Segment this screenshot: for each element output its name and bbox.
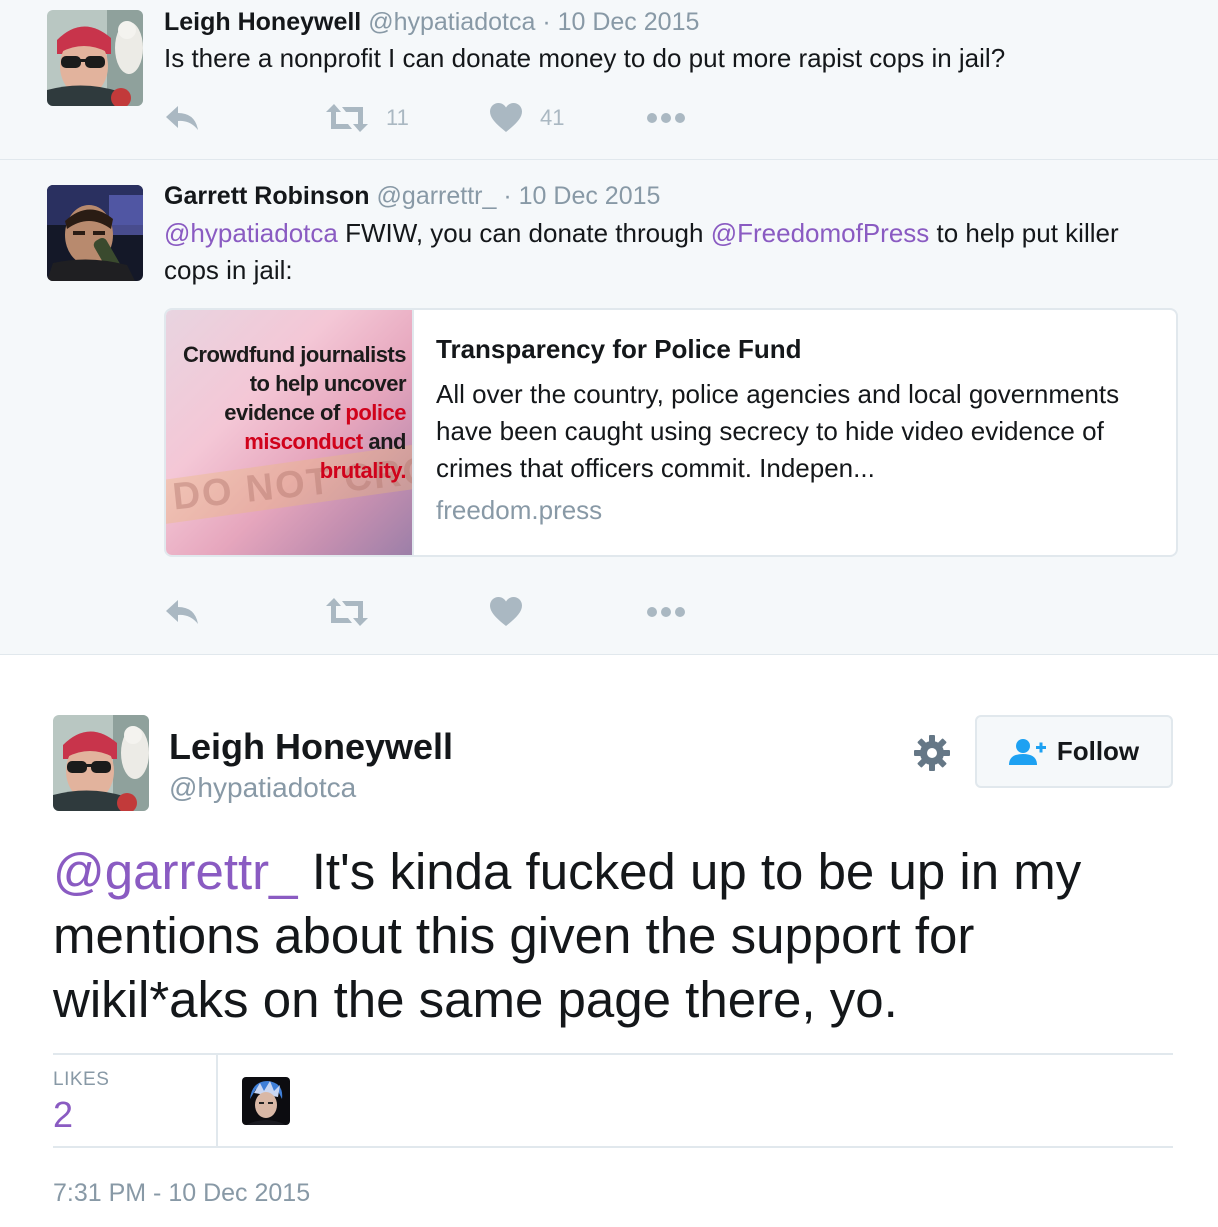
likes-count[interactable]: 2	[53, 1094, 73, 1136]
divider	[0, 654, 1218, 655]
tweet-date[interactable]: · 10 Dec 2015	[542, 8, 699, 36]
liker-avatar[interactable]	[242, 1077, 290, 1125]
tweet-actions: 11 41	[164, 98, 764, 138]
add-user-icon	[1008, 738, 1046, 765]
tweet-text-part: FWIW, you can donate through	[337, 218, 711, 248]
promo-line: police	[345, 400, 406, 425]
tweet-date[interactable]: · 10 Dec 2015	[503, 182, 660, 210]
like-button[interactable]	[490, 592, 522, 632]
like-count: 41	[540, 105, 565, 130]
promo-line: misconduct	[244, 429, 363, 454]
card-image: DO NOT CROSS Crowdfund journalists to he…	[166, 310, 414, 555]
context-tweet-1[interactable]: Leigh Honeywell @hypatiadotca · 10 Dec 2…	[0, 0, 1218, 159]
author-handle[interactable]: @hypatiadotca	[169, 772, 356, 804]
card-title: Transparency for Police Fund	[436, 334, 802, 364]
context-tweet-2[interactable]: Garrett Robinson @garrettr_ · 10 Dec 201…	[0, 160, 1218, 654]
author-name[interactable]: Leigh Honeywell	[164, 8, 361, 36]
promo-line: to help uncover	[249, 371, 407, 396]
tweet-header: Garrett Robinson @garrettr_ · 10 Dec 201…	[164, 182, 660, 211]
tweet-text: @garrettr_ It's kinda fucked up to be up…	[53, 840, 1173, 1032]
author-avatar[interactable]	[53, 715, 149, 811]
link-card[interactable]: DO NOT CROSS Crowdfund journalists to he…	[164, 308, 1178, 557]
author-handle[interactable]: @garrettr_	[377, 182, 497, 210]
reply-button[interactable]	[164, 98, 200, 138]
card-image-promo: Crowdfund journalists to help uncover ev…	[183, 340, 406, 485]
avatar[interactable]	[47, 185, 143, 281]
retweet-icon	[326, 598, 368, 626]
retweet-button[interactable]: 11	[326, 98, 409, 138]
card-body: Transparency for Police Fund All over th…	[436, 332, 1156, 526]
reply-button[interactable]	[164, 592, 200, 632]
more-icon	[647, 113, 685, 123]
author-name[interactable]: Leigh Honeywell	[169, 726, 453, 768]
more-button[interactable]	[646, 98, 686, 138]
mention-link[interactable]: @hypatiadotca	[164, 218, 338, 248]
divider	[216, 1055, 218, 1146]
more-icon	[647, 607, 685, 617]
promo-line: evidence of	[224, 400, 340, 425]
likes-label: LIKES	[53, 1069, 110, 1090]
retweet-icon	[326, 104, 368, 132]
author-handle[interactable]: @hypatiadotca	[368, 8, 535, 36]
gear-icon	[914, 735, 950, 771]
divider	[53, 1053, 1173, 1055]
mention-link[interactable]: @garrettr_	[53, 843, 298, 900]
reply-icon	[166, 600, 198, 624]
follow-button[interactable]: Follow	[975, 715, 1173, 788]
retweet-button[interactable]	[326, 592, 368, 632]
more-button[interactable]	[646, 592, 686, 632]
card-domain: freedom.press	[436, 495, 603, 525]
tweet-header: Leigh Honeywell @hypatiadotca · 10 Dec 2…	[164, 8, 699, 37]
tweet-text: Is there a nonprofit I can donate money …	[164, 43, 1006, 73]
settings-button[interactable]	[912, 733, 952, 773]
avatar[interactable]	[47, 10, 143, 106]
tweet-actions	[164, 592, 764, 632]
promo-line: brutality.	[319, 458, 407, 483]
retweet-count: 11	[386, 105, 409, 130]
tweet-timestamp[interactable]: 7:31 PM - 10 Dec 2015	[53, 1179, 310, 1208]
heart-icon	[490, 103, 522, 132]
reply-icon	[166, 106, 198, 130]
card-description: All over the country, police agencies an…	[436, 379, 1120, 483]
follow-label: Follow	[1056, 736, 1140, 766]
promo-line: Crowdfund journalists	[183, 342, 406, 367]
like-button[interactable]: 41	[490, 98, 564, 138]
divider	[53, 1146, 1173, 1148]
heart-icon	[490, 597, 522, 626]
author-name[interactable]: Garrett Robinson	[164, 182, 370, 210]
promo-line: and	[368, 429, 406, 454]
tweet-text: @hypatiadotca FWIW, you can donate throu…	[164, 215, 1174, 289]
mention-link[interactable]: @FreedomofPress	[711, 218, 930, 248]
